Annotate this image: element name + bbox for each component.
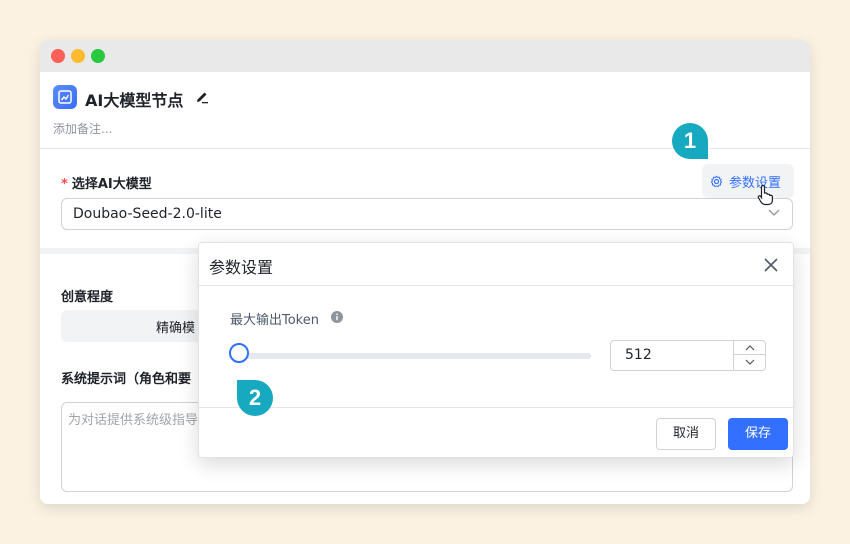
cancel-button[interactable]: 取消 xyxy=(656,418,716,450)
chevron-up-icon xyxy=(745,344,754,350)
edit-pencil-icon[interactable] xyxy=(195,89,209,108)
model-select-value: Doubao-Seed-2.0-lite xyxy=(73,206,222,222)
title-bar xyxy=(40,40,810,72)
model-select[interactable]: Doubao-Seed-2.0-lite xyxy=(61,198,793,230)
close-icon[interactable] xyxy=(763,257,779,273)
info-icon[interactable] xyxy=(331,311,343,323)
model-select-label: * 选择AI大模型 xyxy=(61,173,152,192)
stepper-increment-button[interactable] xyxy=(734,341,765,355)
minimize-window-button[interactable] xyxy=(71,49,85,63)
chevron-down-icon xyxy=(768,209,780,216)
close-window-button[interactable] xyxy=(51,49,65,63)
gear-icon xyxy=(710,174,723,187)
stepper-arrows xyxy=(733,341,765,370)
node-title: AI大模型节点 xyxy=(85,91,184,110)
required-mark: * xyxy=(61,177,68,192)
token-slider-handle[interactable] xyxy=(229,343,249,363)
ai-node-icon xyxy=(53,85,77,109)
system-prompt-label: 系统提示词（角色和要 xyxy=(61,372,192,387)
dialog-footer: 取消 保存 xyxy=(199,407,793,459)
token-stepper-value[interactable]: 512 xyxy=(625,347,652,363)
node-note-placeholder[interactable]: 添加备注... xyxy=(53,120,112,137)
chevron-down-icon xyxy=(745,359,754,365)
param-settings-button[interactable]: 参数设置 xyxy=(702,164,794,198)
save-button[interactable]: 保存 xyxy=(728,418,788,450)
creativity-label: 创意程度 xyxy=(61,290,114,305)
system-prompt-placeholder: 为对话提供系统级指导 xyxy=(68,413,199,428)
dialog-title: 参数设置 xyxy=(209,258,274,277)
creativity-option-precise[interactable]: 精确模 xyxy=(156,317,195,336)
token-stepper[interactable]: 512 xyxy=(610,340,766,371)
hand-pointer-icon xyxy=(757,184,773,206)
stepper-decrement-button[interactable] xyxy=(734,355,765,369)
model-select-label-text: 选择AI大模型 xyxy=(71,177,152,192)
param-settings-dialog: 参数设置 最大输出Token 512 取消 保存 xyxy=(198,242,794,458)
step-marker-1: 1 xyxy=(672,123,708,159)
dialog-header: 参数设置 xyxy=(199,243,793,286)
token-slider-track[interactable] xyxy=(229,353,591,359)
max-token-label: 最大输出Token xyxy=(230,313,319,328)
step-marker-2: 2 xyxy=(237,380,273,416)
maximize-window-button[interactable] xyxy=(91,49,105,63)
